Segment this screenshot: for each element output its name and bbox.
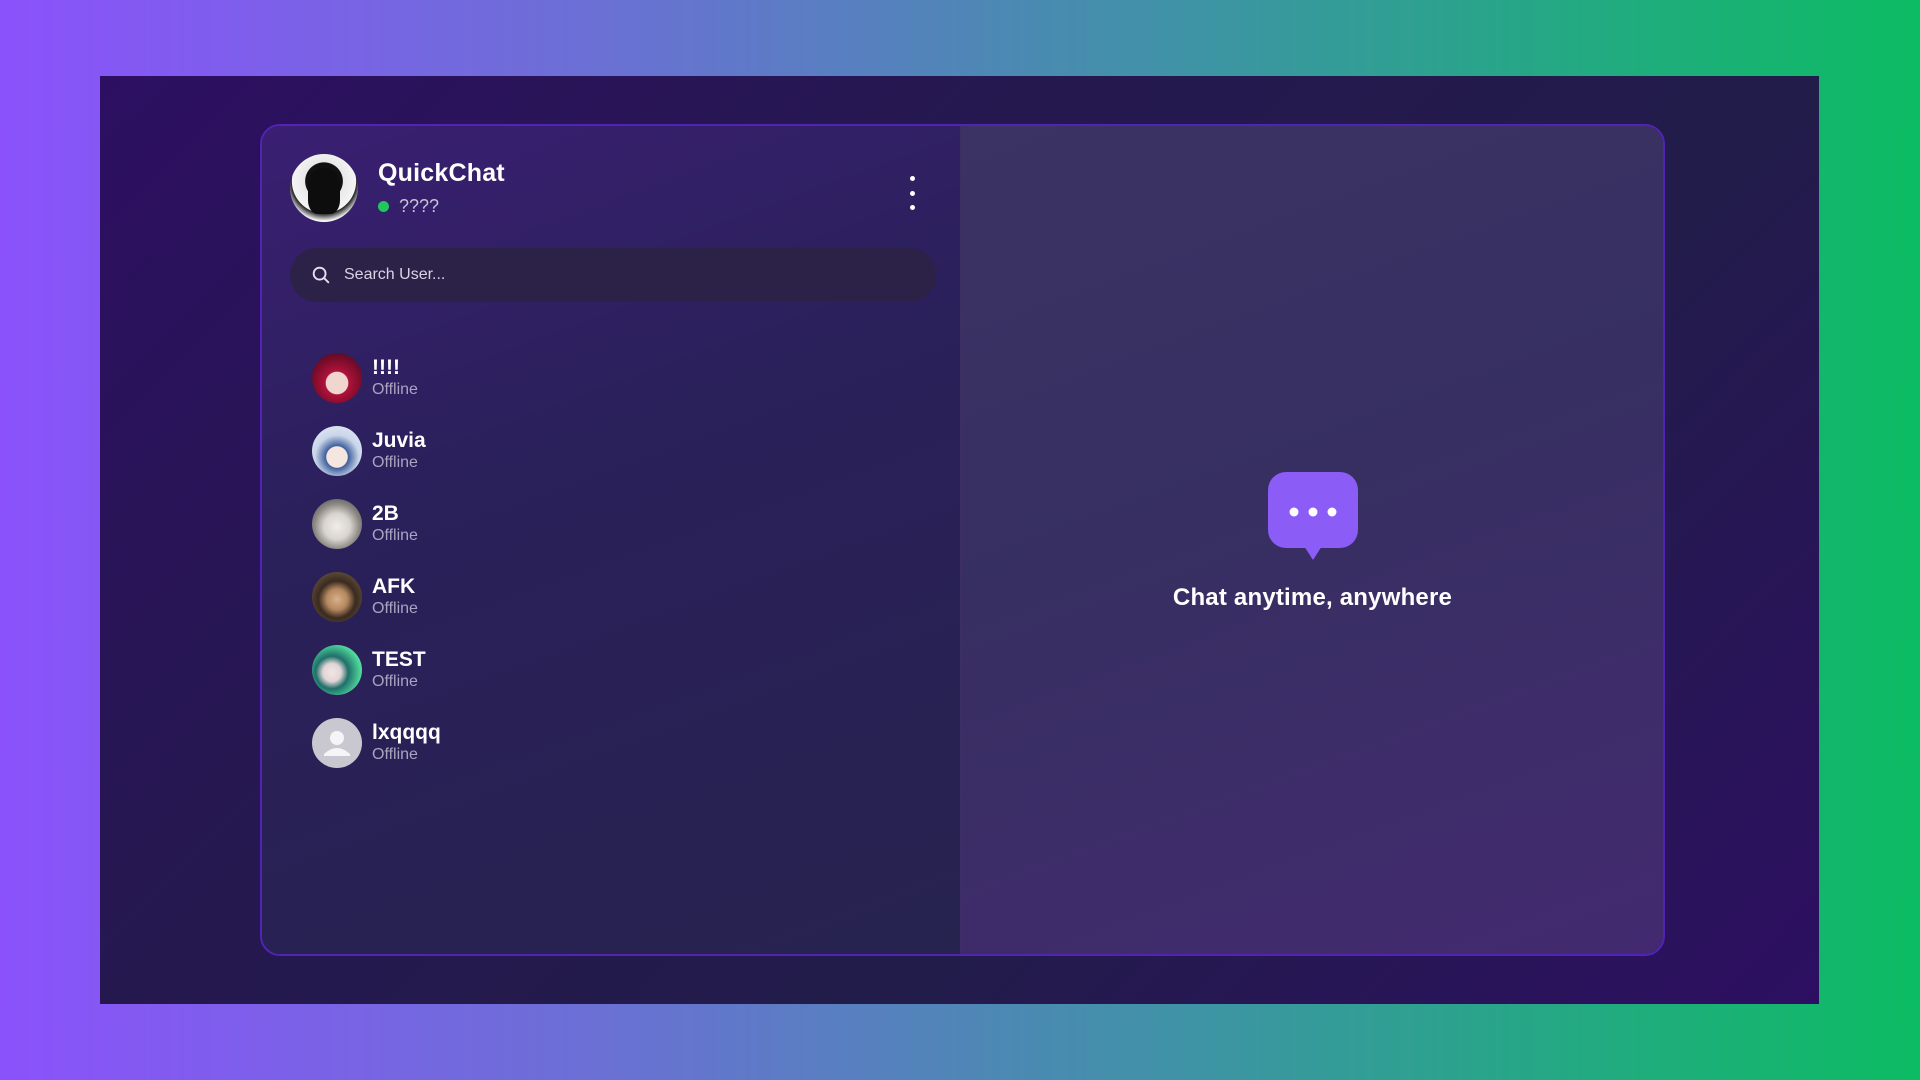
search-icon [312, 266, 330, 284]
app-frame: QuickChat ???? Search User... !!!! Offli… [100, 76, 1819, 1004]
empty-state-tagline: Chat anytime, anywhere [1172, 584, 1453, 611]
app-title: QuickChat [378, 159, 505, 187]
anime-dark-hair-avatar [312, 571, 362, 622]
chat-bubble-icon [1267, 472, 1358, 560]
empty-chat-state: Chat anytime, anywhere [962, 472, 1663, 612]
user-name: lxqqqq [372, 720, 441, 744]
profile-status-text: ???? [399, 196, 440, 216]
chat-main-panel: Chat anytime, anywhere [962, 126, 1663, 954]
chat-card: QuickChat ???? Search User... !!!! Offli… [260, 124, 1665, 956]
user-name: Juvia [372, 428, 426, 452]
user-status: Offline [372, 526, 418, 544]
user-status: Offline [372, 380, 418, 398]
anime-white-hair-avatar [312, 498, 362, 549]
anime-blue-hair-avatar [312, 425, 362, 476]
user-status: Offline [372, 745, 418, 763]
user-list-item[interactable]: Juvia Offline [312, 414, 932, 487]
search-input[interactable] [342, 265, 906, 285]
user-status: Offline [372, 599, 418, 617]
profile-avatar[interactable] [290, 154, 358, 222]
user-placeholder-icon [324, 730, 350, 756]
user-name: AFK [372, 574, 416, 598]
user-name: TEST [372, 647, 426, 671]
search-bar[interactable] [290, 248, 936, 302]
user-list: !!!! Offline Juvia Offline 2B Offline AF… [312, 341, 932, 779]
profile-text: QuickChat ???? [378, 159, 505, 217]
more-options-icon[interactable] [902, 176, 922, 210]
profile-header: QuickChat ???? [290, 154, 505, 222]
user-name: !!!! [372, 355, 400, 379]
user-name: 2B [372, 501, 399, 525]
user-list-item[interactable]: AFK Offline [312, 560, 932, 633]
profile-status: ???? [378, 196, 505, 217]
sidebar: QuickChat ???? Search User... !!!! Offli… [262, 126, 962, 954]
user-list-item[interactable]: lxqqqq Offline [312, 706, 932, 779]
user-list-item[interactable]: TEST Offline [312, 633, 932, 706]
user-list-item[interactable]: !!!! Offline [312, 341, 932, 414]
user-status: Offline [372, 672, 418, 690]
user-status: Offline [372, 453, 418, 471]
default-user-avatar [312, 717, 362, 768]
user-list-item[interactable]: 2B Offline [312, 487, 932, 560]
anime-green-hair-avatar [312, 644, 362, 695]
online-status-dot-icon [378, 201, 389, 212]
anime-red-hair-avatar [312, 352, 362, 403]
